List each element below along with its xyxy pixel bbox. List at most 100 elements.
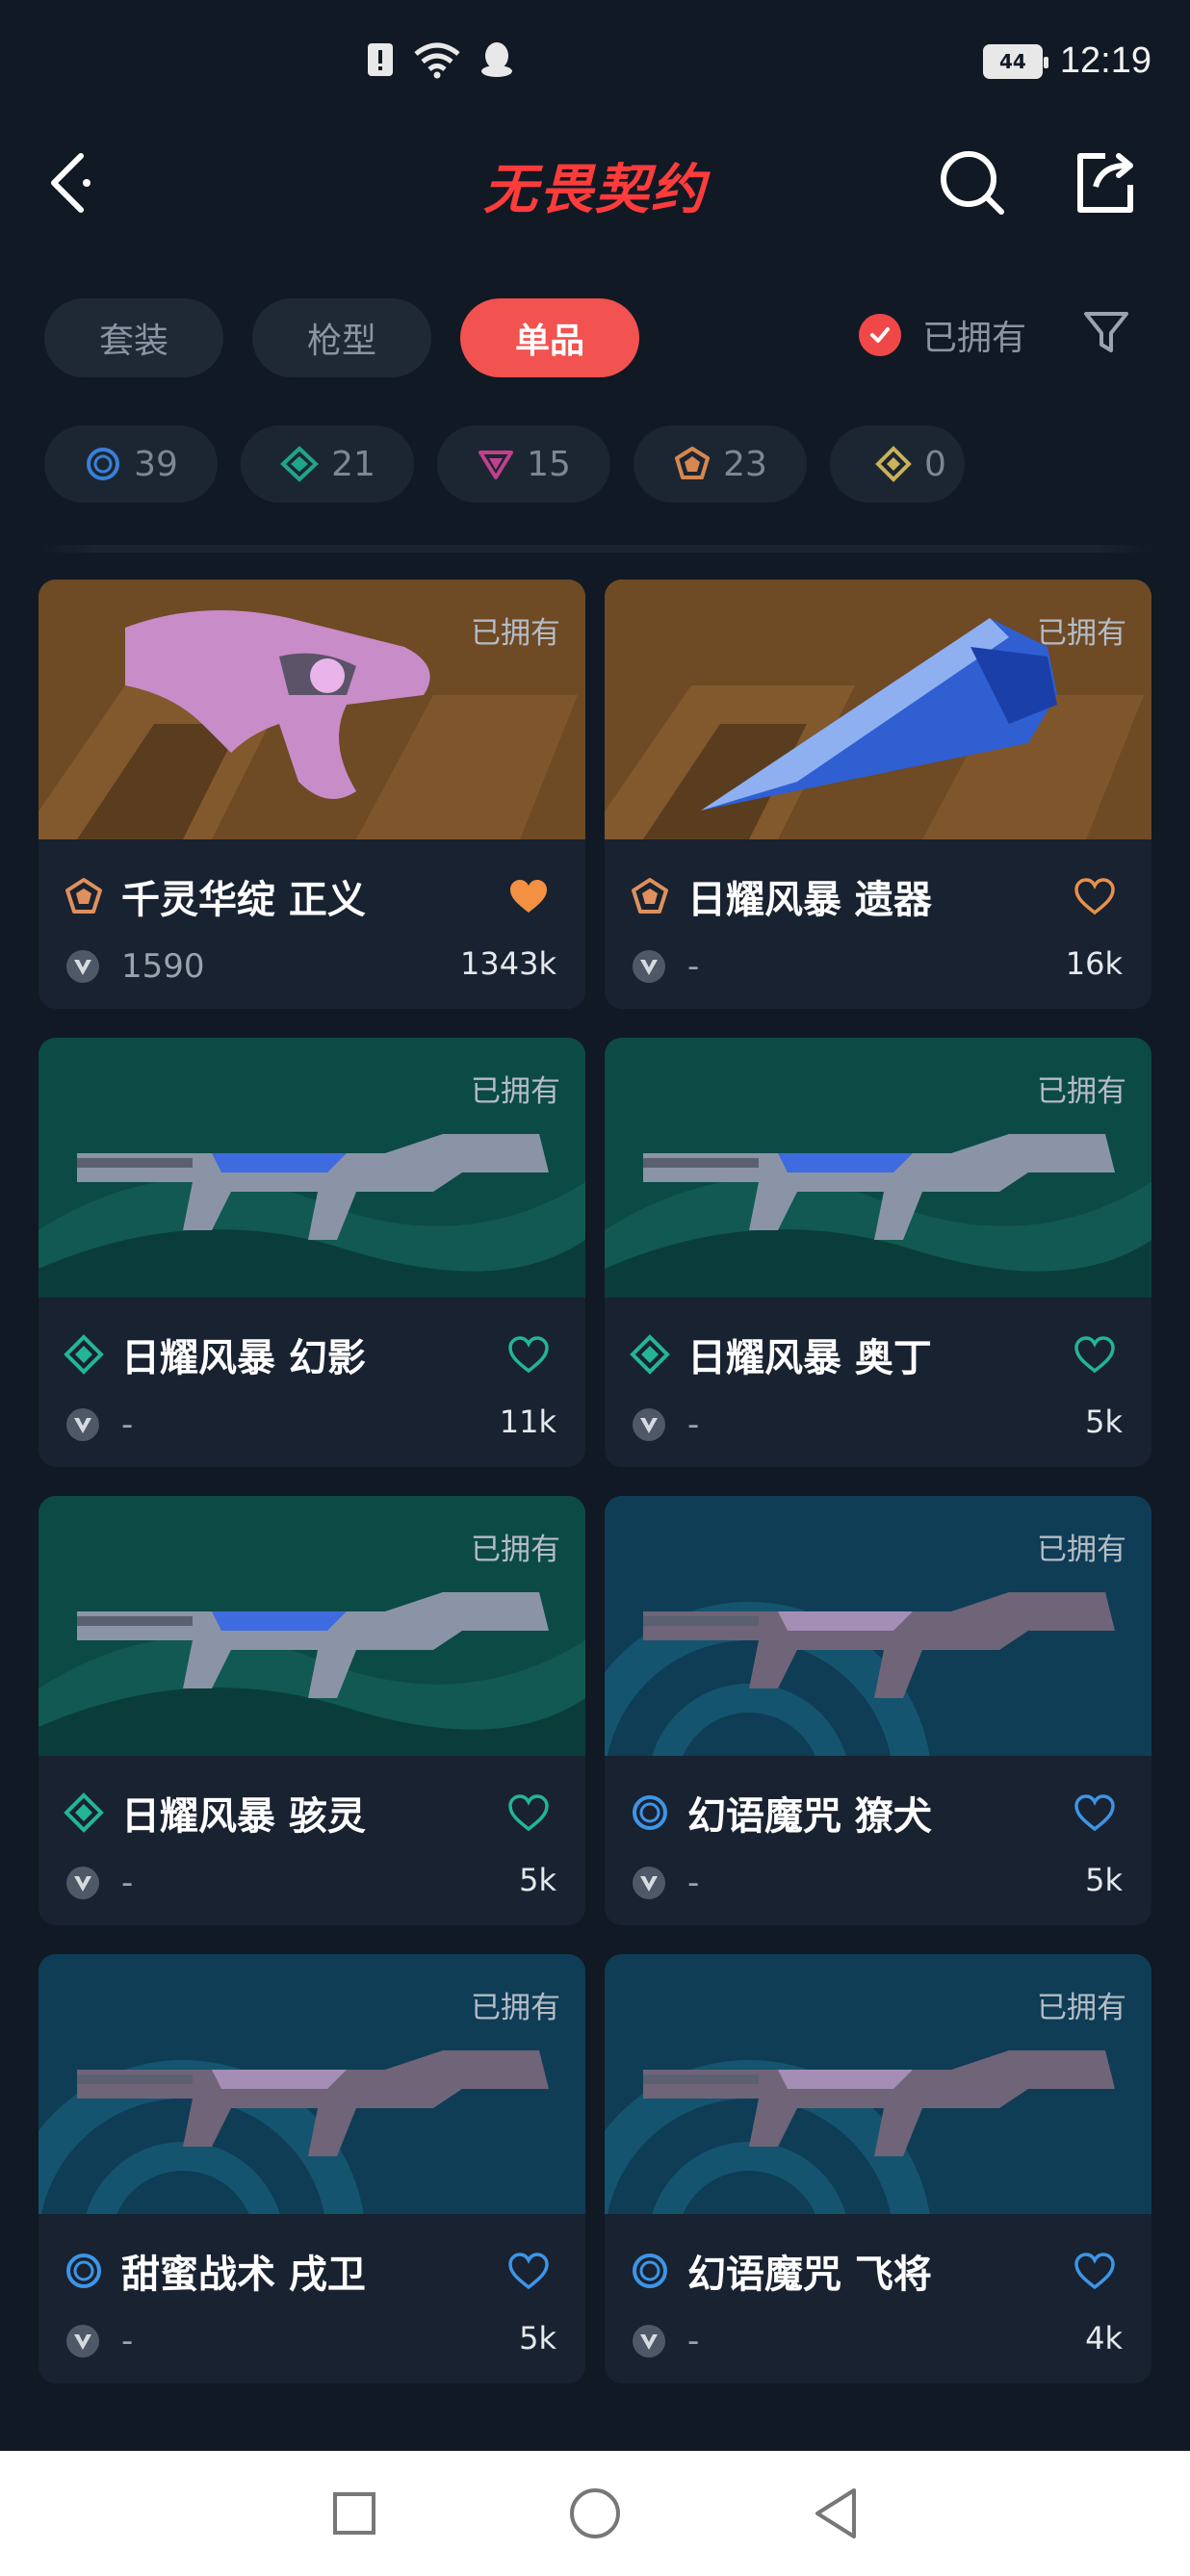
valorant-points-icon: [66, 2325, 99, 2357]
favorite-count: 1343k: [460, 945, 556, 982]
item-card[interactable]: 已拥有 日耀风暴 遗器 - 16k: [605, 580, 1151, 1009]
item-artwork: 已拥有: [39, 580, 585, 839]
owned-filter-label: 已拥有: [922, 319, 1027, 358]
owned-badge: 已拥有: [1037, 1074, 1126, 1109]
app-header: 无畏契约: [0, 135, 1190, 279]
notification-icon: [368, 43, 393, 76]
item-card[interactable]: 已拥有 幻语魔咒 獠犬 - 5k: [605, 1496, 1151, 1925]
system-nav-bar: [0, 2451, 1190, 2576]
share-icon: [1077, 153, 1133, 213]
item-card[interactable]: 已拥有 幻语魔咒 飞将 - 4k: [605, 1954, 1151, 2383]
exclusive-tier-icon: [875, 446, 912, 482]
valorant-points-icon: [633, 950, 665, 983]
item-price: 1590: [121, 947, 205, 986]
deluxe-tier-icon: [630, 1334, 670, 1375]
premium-tier-icon: [479, 451, 514, 479]
ultra-tier-icon: [675, 447, 711, 479]
rarity-count: 0: [924, 444, 946, 484]
clock: 12:19: [1059, 40, 1151, 81]
rarity-chip-select[interactable]: 39: [44, 425, 218, 502]
item-card[interactable]: 已拥有 甜蜜战术 戌卫 - 5k: [39, 1954, 585, 2383]
favorite-count: 5k: [1085, 1404, 1123, 1440]
item-card[interactable]: 已拥有 日耀风暴 幻影 - 11k: [39, 1038, 585, 1467]
home-button[interactable]: [566, 2485, 624, 2542]
tab-suits[interactable]: 套装: [44, 298, 223, 377]
item-card[interactable]: 已拥有 日耀风暴 骇灵 - 5k: [39, 1496, 585, 1925]
status-bar: 44 12:19: [0, 0, 1190, 135]
item-artwork: 已拥有: [39, 1038, 585, 1298]
item-info: 幻语魔咒 飞将 - 4k: [605, 2214, 1151, 2383]
rarity-chip-deluxe[interactable]: 21: [241, 425, 414, 502]
filter-button[interactable]: [1080, 306, 1132, 358]
item-grid: 已拥有 千灵华绽 正义 1590 1343k 已拥有 日耀风暴 遗器 - 16k…: [39, 580, 1151, 2383]
rarity-chip-exclusive[interactable]: 0: [830, 425, 965, 502]
valorant-points-icon: [66, 1408, 99, 1441]
qq-icon: [481, 42, 512, 77]
item-artwork: 已拥有: [605, 1038, 1151, 1298]
item-price: -: [687, 1864, 700, 1902]
recent-apps-button[interactable]: [325, 2485, 383, 2542]
check-icon: [859, 314, 901, 356]
item-name: 幻语魔咒 獠犬: [687, 1794, 932, 1839]
item-info: 日耀风暴 遗器 - 16k: [605, 839, 1151, 1009]
search-button[interactable]: [934, 144, 1011, 221]
item-card[interactable]: 已拥有 千灵华绽 正义 1590 1343k: [39, 580, 585, 1009]
filter-icon: [1084, 312, 1128, 352]
item-artwork: 已拥有: [39, 1496, 585, 1756]
heart-icon[interactable]: [506, 1334, 551, 1375]
heart-icon[interactable]: [1073, 1792, 1117, 1833]
rarity-chip-ultra[interactable]: 23: [634, 425, 807, 502]
heart-icon[interactable]: [1073, 1334, 1117, 1375]
item-name: 千灵华绽 正义: [121, 878, 366, 922]
item-name: 日耀风暴 奥丁: [687, 1336, 932, 1380]
battery-icon: 44: [982, 43, 1048, 79]
favorite-count: 5k: [519, 1862, 556, 1898]
owned-badge: 已拥有: [471, 1533, 560, 1567]
item-info: 日耀风暴 奥丁 - 5k: [605, 1298, 1151, 1467]
item-info: 幻语魔咒 獠犬 - 5k: [605, 1756, 1151, 1925]
owned-badge: 已拥有: [1037, 616, 1126, 651]
heart-icon[interactable]: [1073, 2251, 1117, 2291]
item-price: -: [687, 1405, 700, 1444]
share-button[interactable]: [1067, 144, 1144, 221]
owned-badge: 已拥有: [1037, 1533, 1126, 1567]
rarity-count: 23: [723, 444, 767, 484]
favorite-count: 5k: [1085, 1862, 1123, 1898]
tab-single-items[interactable]: 单品: [460, 298, 639, 377]
heart-icon[interactable]: [506, 2251, 551, 2291]
item-info: 日耀风暴 骇灵 - 5k: [39, 1756, 585, 1925]
owned-badge: 已拥有: [471, 1074, 560, 1109]
owned-filter-toggle[interactable]: 已拥有: [859, 310, 1026, 360]
owned-badge: 已拥有: [471, 616, 560, 651]
status-icons: [366, 40, 514, 79]
heart-icon[interactable]: [1073, 876, 1117, 916]
valorant-points-icon: [633, 1867, 665, 1899]
item-artwork: 已拥有: [39, 1954, 585, 2214]
valorant-points-icon: [633, 2325, 665, 2357]
owned-badge: 已拥有: [1037, 1991, 1126, 2025]
item-name: 甜蜜战术 戌卫: [121, 2253, 366, 2297]
item-name: 日耀风暴 幻影: [121, 1336, 366, 1380]
list-top-edge: [39, 545, 1151, 553]
rarity-chip-premium[interactable]: 15: [437, 425, 610, 502]
favorite-count: 4k: [1085, 2320, 1123, 2357]
tab-gun-types[interactable]: 枪型: [252, 298, 431, 377]
item-name: 日耀风暴 骇灵: [121, 1794, 366, 1839]
heart-icon[interactable]: [506, 1792, 551, 1833]
wifi-icon: [414, 42, 460, 79]
rarity-count: 21: [331, 444, 375, 484]
item-card[interactable]: 已拥有 日耀风暴 奥丁 - 5k: [605, 1038, 1151, 1467]
heart-icon[interactable]: [506, 876, 551, 916]
item-name: 幻语魔咒 飞将: [687, 2253, 932, 2297]
page-title: 无畏契约: [483, 159, 707, 221]
system-back-button[interactable]: [807, 2485, 865, 2542]
item-name: 日耀风暴 遗器: [687, 878, 932, 922]
valorant-points-icon: [66, 950, 99, 983]
item-info: 甜蜜战术 戌卫 - 5k: [39, 2214, 585, 2383]
rarity-chips: 39 21 15 23 0: [44, 425, 965, 502]
item-price: -: [121, 2322, 134, 2360]
ultra-tier-icon: [65, 878, 102, 914]
valorant-points-icon: [66, 1867, 99, 1899]
favorite-count: 11k: [499, 1404, 556, 1440]
item-info: 千灵华绽 正义 1590 1343k: [39, 839, 585, 1009]
